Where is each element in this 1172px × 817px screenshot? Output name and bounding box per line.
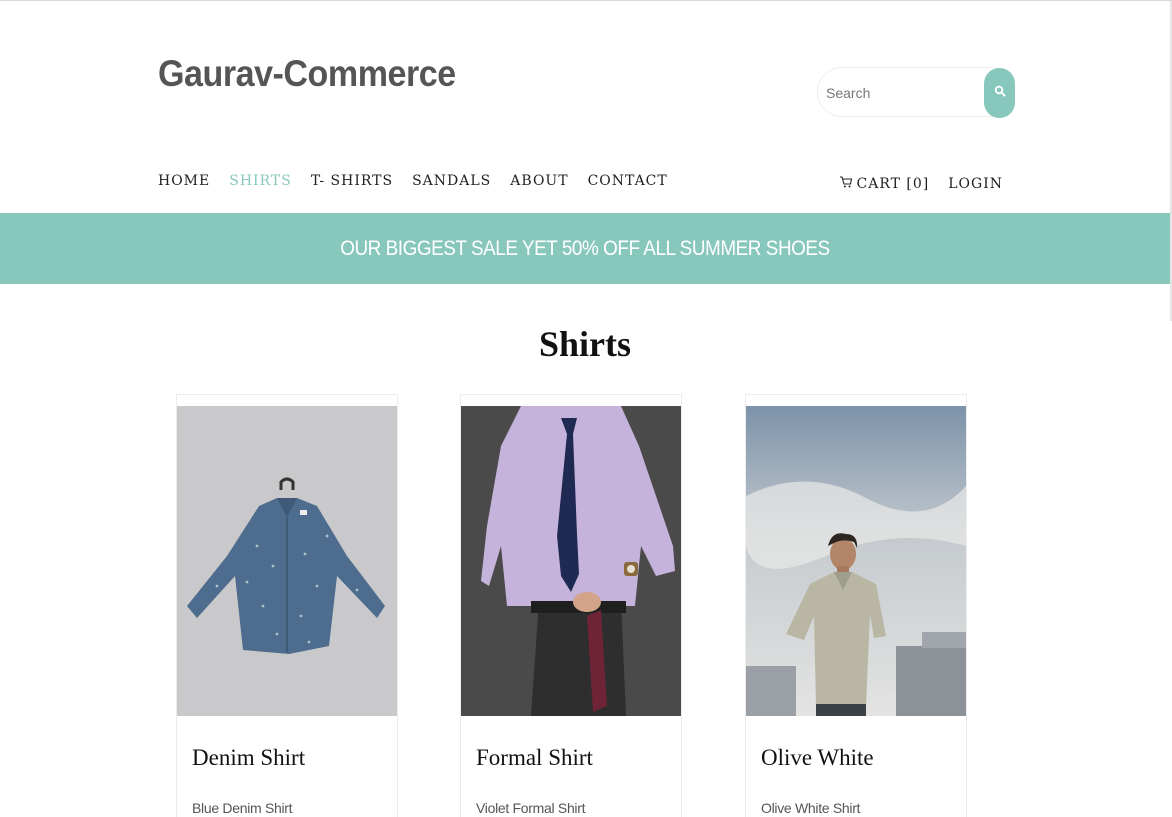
product-name[interactable]: Denim Shirt [192,745,305,771]
cart-label: CART [0] [856,176,930,192]
product-desc: Violet Formal Shirt [476,800,586,816]
nav-item-shirts[interactable]: SHIRTS [229,173,292,195]
brand-logo[interactable]: Gaurav-Commerce [158,53,456,95]
search-box [817,67,1015,118]
nav-right: CART [0] LOGIN [839,173,1004,195]
sale-banner-text: OUR BIGGEST SALE YET 50% OFF ALL SUMMER … [340,236,830,260]
search-icon [994,84,1006,102]
sale-banner: OUR BIGGEST SALE YET 50% OFF ALL SUMMER … [0,213,1170,284]
nav-item-t-shirts[interactable]: T- SHIRTS [311,173,393,195]
search-button[interactable] [984,68,1015,118]
page-title: Shirts [538,324,632,364]
product-image-denim-shirt[interactable] [177,406,397,716]
product-desc: Blue Denim Shirt [192,800,293,816]
login-link[interactable]: LOGIN [948,176,1003,192]
product-desc: Olive White Shirt [761,800,861,816]
page: Gaurav-Commerce HOME SHIRTS T- SHIRTS SA… [0,0,1172,817]
product-card-formal[interactable]: Formal Shirt Violet Formal Shirt [460,394,682,817]
product-name[interactable]: Formal Shirt [476,745,593,771]
cart-link[interactable]: CART [0] [839,175,930,193]
nav-item-sandals[interactable]: SANDALS [412,173,491,195]
search-input[interactable] [826,80,976,106]
product-image-formal-shirt[interactable] [461,406,681,716]
nav-item-contact[interactable]: CONTACT [588,173,668,195]
product-card-olive-white[interactable]: Olive White Olive White Shirt [745,394,967,817]
product-image-olive-white-shirt[interactable] [746,406,966,716]
cart-icon [839,175,853,193]
product-name[interactable]: Olive White [761,745,874,771]
nav-item-about[interactable]: ABOUT [510,173,568,195]
product-card-denim[interactable]: Denim Shirt Blue Denim Shirt [176,394,398,817]
nav-item-home[interactable]: HOME [158,173,210,195]
main-nav: HOME SHIRTS T- SHIRTS SANDALS ABOUT CONT… [158,173,668,195]
